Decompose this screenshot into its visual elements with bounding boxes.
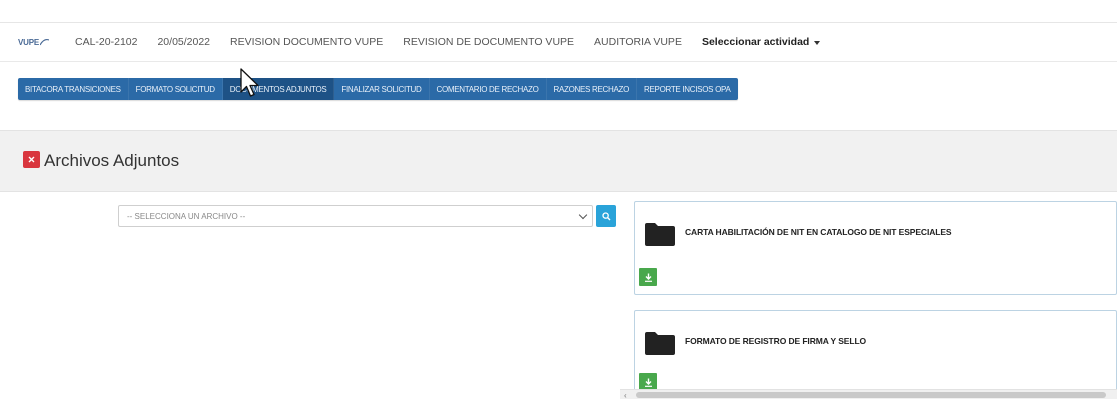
brand-text: VUPE xyxy=(18,37,39,47)
search-button[interactable] xyxy=(596,205,616,227)
tab-reporte-incisos-opa[interactable]: REPORTE INCISOS OPA xyxy=(637,78,737,100)
chevron-down-icon xyxy=(578,210,588,219)
close-button[interactable] xyxy=(23,150,40,168)
process-step-2: REVISION DE DOCUMENTO VUPE xyxy=(403,36,575,48)
logo-swoosh-icon xyxy=(40,38,49,46)
folder-icon xyxy=(645,332,675,355)
download-icon xyxy=(644,273,652,282)
section-header: Archivos Adjuntos xyxy=(0,130,1117,192)
request-date: 20/05/2022 xyxy=(157,36,211,48)
process-step-3: AUDITORIA VUPE xyxy=(594,36,682,48)
file-select-group: -- SELECCIONA UN ARCHIVO -- xyxy=(118,205,616,227)
tab-razones-rechazo[interactable]: RAZONES RECHAZO xyxy=(547,78,638,100)
request-code: CAL-20-2102 xyxy=(75,36,138,48)
search-icon xyxy=(601,211,610,220)
tab-comentario-de-rechazo[interactable]: COMENTARIO DE RECHAZO xyxy=(430,78,547,100)
horizontal-scrollbar[interactable]: ‹ xyxy=(620,389,1117,399)
tab-bitacora-transiciones[interactable]: BITACORA TRANSICIONES xyxy=(18,78,129,100)
info-bar: VUPE CAL-20-2102 20/05/2022 REVISION DOC… xyxy=(0,22,1117,62)
file-name: CARTA HABILITACIÓN DE NIT EN CATALOGO DE… xyxy=(685,227,952,237)
activity-select-label: Seleccionar actividad xyxy=(701,36,810,48)
caret-down-icon xyxy=(814,40,821,45)
mouse-pointer-icon xyxy=(240,68,259,97)
tab-finalizar-solicitud[interactable]: FINALIZAR SOLICITUD xyxy=(334,78,430,100)
brand-logo[interactable]: VUPE xyxy=(18,38,49,47)
tab-bar: BITACORA TRANSICIONES FORMATO SOLICITUD … xyxy=(18,78,738,100)
file-name: FORMATO DE REGISTRO DE FIRMA Y SELLO xyxy=(685,336,867,346)
folder-icon xyxy=(645,223,675,246)
top-strip xyxy=(0,0,1117,22)
section-title: Archivos Adjuntos xyxy=(44,151,180,170)
file-select-value: -- SELECCIONA UN ARCHIVO -- xyxy=(127,211,246,221)
download-icon xyxy=(644,378,652,387)
download-button[interactable] xyxy=(639,268,657,286)
scroll-left-arrow-icon[interactable]: ‹ xyxy=(624,391,627,399)
file-card: CARTA HABILITACIÓN DE NIT EN CATALOGO DE… xyxy=(634,201,1117,295)
tab-formato-solicitud[interactable]: FORMATO SOLICITUD xyxy=(129,78,223,100)
scrollbar-thumb[interactable] xyxy=(636,392,1106,398)
activity-select[interactable]: Seleccionar actividad xyxy=(701,36,821,48)
close-icon xyxy=(28,156,35,162)
file-select[interactable]: -- SELECCIONA UN ARCHIVO -- xyxy=(118,205,593,227)
process-step-1: REVISION DOCUMENTO VUPE xyxy=(230,36,384,48)
file-card: FORMATO DE REGISTRO DE FIRMA Y SELLO xyxy=(634,310,1117,399)
